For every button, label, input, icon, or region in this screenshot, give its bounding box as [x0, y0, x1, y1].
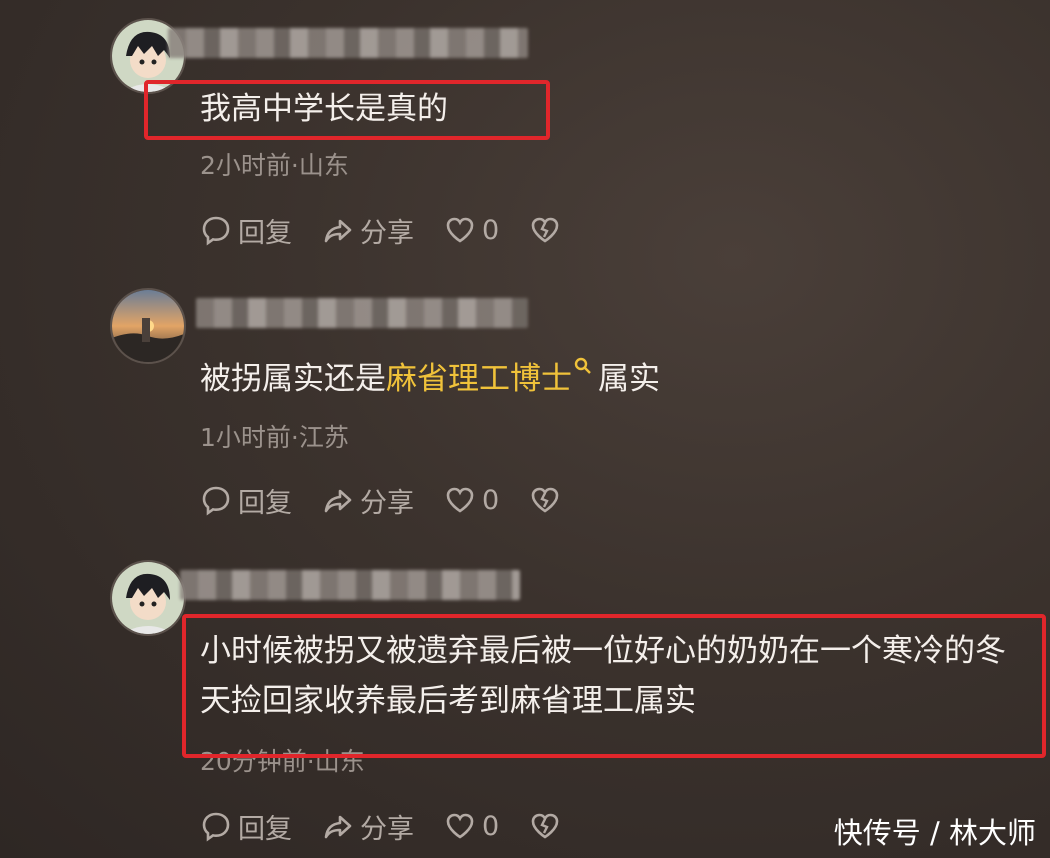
- heart-icon: [446, 813, 474, 839]
- reply-button[interactable]: 回复: [200, 481, 292, 520]
- avatar[interactable]: [110, 288, 186, 364]
- like-count: 0: [482, 810, 500, 842]
- dislike-button[interactable]: [529, 214, 567, 246]
- like-button[interactable]: 0: [444, 214, 499, 246]
- share-label: 分享: [360, 813, 414, 845]
- like-count: 0: [482, 484, 500, 516]
- heart-icon: [446, 217, 474, 243]
- comment-actions: 回复 分享 0: [200, 480, 597, 520]
- speech-bubble-icon: [202, 486, 230, 516]
- like-count: 0: [482, 214, 500, 246]
- username-blurred: [168, 28, 528, 58]
- share-label: 分享: [360, 217, 414, 249]
- reply-label: 回复: [238, 217, 292, 249]
- share-button[interactable]: 分享: [322, 481, 414, 520]
- highlight-box: [144, 80, 550, 140]
- comment-text: 被拐属实还是麻省理工博士 属实: [200, 354, 660, 404]
- heart-icon: [446, 487, 474, 513]
- reply-label: 回复: [238, 813, 292, 845]
- share-arrow-icon: [324, 489, 352, 513]
- share-button[interactable]: 分享: [322, 211, 414, 250]
- avatar-anime-boy-icon: [112, 562, 184, 634]
- watermark: 快传号 / 林大师: [833, 816, 1036, 850]
- like-button[interactable]: 0: [444, 810, 499, 842]
- reply-button[interactable]: 回复: [200, 807, 292, 846]
- comment-meta: 2小时前·山东: [200, 151, 349, 180]
- like-button[interactable]: 0: [444, 484, 499, 516]
- comment-actions: 回复 分享 0: [200, 806, 597, 846]
- highlight-box: [182, 614, 1046, 758]
- search-link[interactable]: 麻省理工博士: [386, 361, 572, 397]
- dislike-button[interactable]: [529, 810, 567, 842]
- comment-meta: 1小时前·江苏: [200, 423, 349, 452]
- search-icon[interactable]: [574, 357, 592, 375]
- avatar[interactable]: [110, 560, 186, 636]
- speech-bubble-icon: [202, 216, 230, 246]
- speech-bubble-icon: [202, 812, 230, 842]
- username-blurred: [180, 570, 520, 600]
- reply-label: 回复: [238, 487, 292, 519]
- share-label: 分享: [360, 487, 414, 519]
- broken-heart-icon: [531, 217, 559, 243]
- dislike-button[interactable]: [529, 484, 567, 516]
- share-arrow-icon: [324, 219, 352, 243]
- broken-heart-icon: [531, 487, 559, 513]
- share-button[interactable]: 分享: [322, 807, 414, 846]
- comment-text-before: 被拐属实还是: [200, 361, 386, 397]
- reply-button[interactable]: 回复: [200, 211, 292, 250]
- comment-actions: 回复 分享 0: [200, 210, 597, 250]
- broken-heart-icon: [531, 813, 559, 839]
- username-blurred: [196, 298, 528, 328]
- share-arrow-icon: [324, 815, 352, 839]
- comment-text-after: 属实: [598, 361, 660, 397]
- avatar-sunset-icon: [112, 290, 184, 362]
